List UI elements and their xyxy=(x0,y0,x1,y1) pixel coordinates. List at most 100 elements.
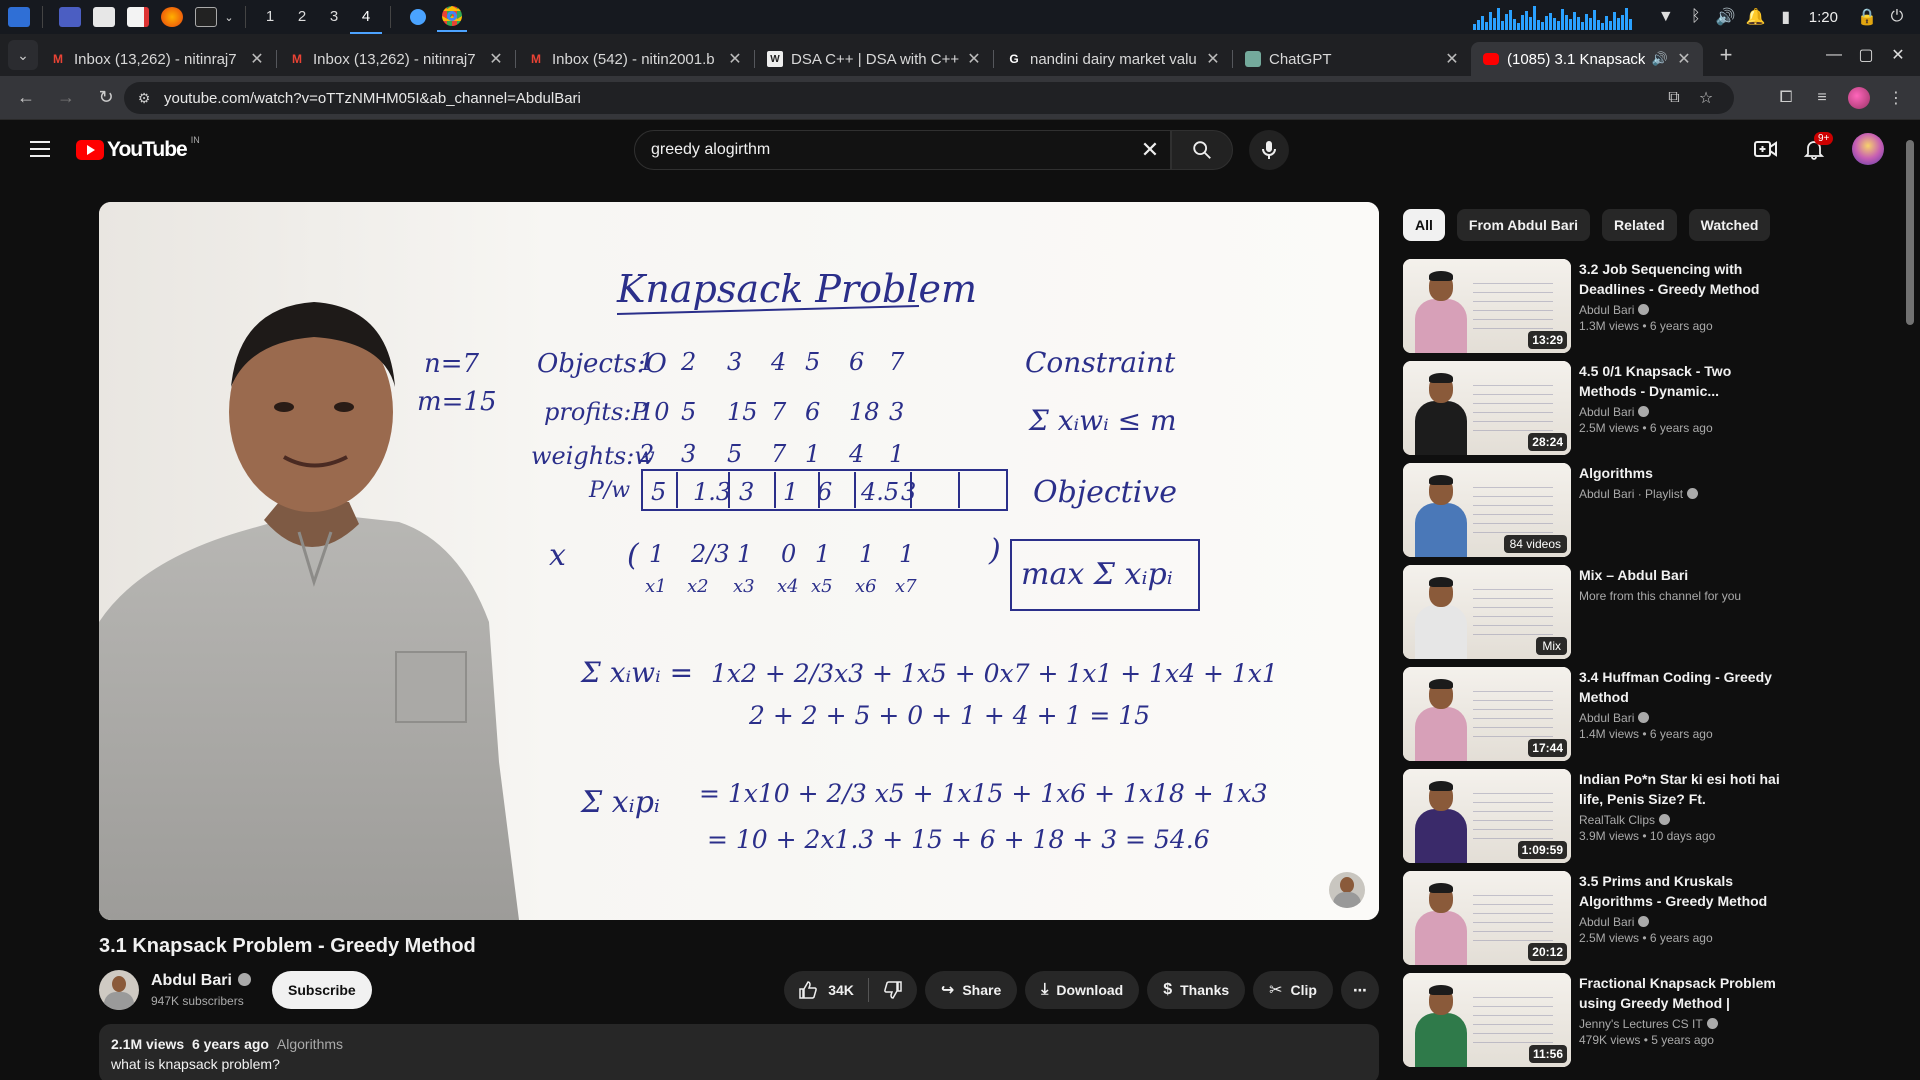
voice-search-button[interactable] xyxy=(1249,130,1289,170)
related-video-channel-row[interactable]: Abdul Bari xyxy=(1579,711,1789,725)
desktop-icon[interactable] xyxy=(55,2,85,32)
related-video-channel[interactable]: Abdul Bari xyxy=(1579,711,1634,725)
close-icon[interactable]: ✕ xyxy=(248,49,266,69)
related-video-channel-row[interactable]: Abdul Bari xyxy=(1579,303,1789,317)
workspace-3[interactable]: 3 xyxy=(318,0,350,34)
volume-icon[interactable]: 🔊 xyxy=(1711,0,1741,34)
video-thumbnail[interactable]: 17:44 xyxy=(1403,667,1571,761)
bluetooth-icon[interactable]: ᛒ xyxy=(1681,0,1711,34)
browser-tab[interactable]: M Inbox (13,262) - nitinraj7 ✕ xyxy=(38,42,276,76)
related-video-title[interactable]: Algorithms xyxy=(1579,463,1789,483)
related-video-title[interactable]: Indian Po*n Star ki esi hoti hai life, P… xyxy=(1579,769,1789,809)
media-controls-icon[interactable]: ≡ xyxy=(1804,89,1840,107)
subscribe-button[interactable]: Subscribe xyxy=(272,971,372,1009)
related-video-title[interactable]: 3.4 Huffman Coding - Greedy Method xyxy=(1579,667,1789,707)
chip-watched[interactable]: Watched xyxy=(1688,209,1771,241)
lock-icon[interactable]: 🔒 xyxy=(1852,0,1882,34)
chip-from-channel[interactable]: From Abdul Bari xyxy=(1456,209,1591,241)
app-icon[interactable] xyxy=(403,2,433,32)
site-info-icon[interactable]: ⚙ xyxy=(130,90,158,107)
related-video-channel-row[interactable]: RealTalk Clips xyxy=(1579,813,1789,827)
related-video-item[interactable]: 1:09:59 Indian Po*n Star ki esi hoti hai… xyxy=(1403,769,1903,865)
related-video-item[interactable]: 11:56 Fractional Knapsack Problem using … xyxy=(1403,973,1903,1069)
url-text[interactable]: youtube.com/watch?v=oTTzNMHM05I&ab_chann… xyxy=(164,90,581,107)
video-player[interactable]: Knapsack Problem n=7 m=15 Objects:O 1234… xyxy=(99,202,1379,920)
related-video-title[interactable]: Fractional Knapsack Problem using Greedy… xyxy=(1579,973,1789,1013)
video-thumbnail[interactable]: 13:29 xyxy=(1403,259,1571,353)
notifications-bell-icon[interactable]: 9+ xyxy=(1790,129,1838,169)
minimize-icon[interactable]: — xyxy=(1818,46,1850,64)
profile-avatar[interactable] xyxy=(1848,87,1870,109)
close-icon[interactable]: ✕ xyxy=(965,49,983,69)
close-icon[interactable]: ✕ xyxy=(1204,49,1222,69)
file-manager-icon[interactable] xyxy=(89,2,119,32)
extensions-icon[interactable]: ⧠ xyxy=(1768,89,1804,107)
video-thumbnail[interactable]: 1:09:59 xyxy=(1403,769,1571,863)
related-video-channel[interactable]: Abdul Bari · Playlist xyxy=(1579,487,1683,501)
related-video-channel[interactable]: Jenny's Lectures CS IT xyxy=(1579,1017,1703,1031)
channel-watermark[interactable] xyxy=(1329,872,1365,908)
share-button[interactable]: ↪ Share xyxy=(924,971,1018,1009)
like-button[interactable]: 34K xyxy=(784,971,868,1009)
back-icon[interactable]: ← xyxy=(8,80,44,116)
create-video-icon[interactable] xyxy=(1742,129,1790,169)
browser-tab[interactable]: M Inbox (13,262) - nitinraj7 ✕ xyxy=(277,42,515,76)
related-video-item[interactable]: 28:24 4.5 0/1 Knapsack - Two Methods - D… xyxy=(1403,361,1903,457)
bell-icon[interactable]: 🔔 xyxy=(1741,0,1771,34)
address-bar[interactable]: ⚙ youtube.com/watch?v=oTTzNMHM05I&ab_cha… xyxy=(124,82,1734,114)
clock[interactable]: 1:20 xyxy=(1809,9,1838,26)
video-thumbnail[interactable]: 20:12 xyxy=(1403,871,1571,965)
close-icon[interactable]: ✕ xyxy=(487,49,505,69)
related-video-title[interactable]: 3.5 Prims and Kruskals Algorithms - Gree… xyxy=(1579,871,1789,911)
related-video-channel-row[interactable]: Abdul Bari · Playlist xyxy=(1579,487,1789,501)
related-video-title[interactable]: 4.5 0/1 Knapsack - Two Methods - Dynamic… xyxy=(1579,361,1789,401)
forward-icon[interactable]: → xyxy=(48,80,84,116)
browser-menu-icon[interactable]: ⋮ xyxy=(1878,88,1914,108)
close-icon[interactable]: ✕ xyxy=(726,49,744,69)
related-video-item[interactable]: 20:12 3.5 Prims and Kruskals Algorithms … xyxy=(1403,871,1903,967)
chrome-icon[interactable] xyxy=(437,2,467,32)
browser-tab[interactable]: M Inbox (542) - nitin2001.b ✕ xyxy=(516,42,754,76)
search-query[interactable]: greedy alogirthm xyxy=(651,141,1130,159)
maximize-icon[interactable]: ▢ xyxy=(1850,45,1882,65)
clear-search-icon[interactable]: ✕ xyxy=(1130,137,1170,163)
install-app-icon[interactable]: ⧉ xyxy=(1658,89,1690,107)
related-video-item[interactable]: 13:29 3.2 Job Sequencing with Deadlines … xyxy=(1403,259,1903,355)
close-icon[interactable]: ✕ xyxy=(1443,49,1461,69)
related-video-channel[interactable]: Abdul Bari xyxy=(1579,405,1634,419)
video-thumbnail[interactable]: 28:24 xyxy=(1403,361,1571,455)
video-thumbnail[interactable]: 84 videos xyxy=(1403,463,1571,557)
related-video-item[interactable]: Mix Mix – Abdul Bari More from this chan… xyxy=(1403,565,1903,661)
related-video-channel-row[interactable]: Abdul Bari xyxy=(1579,915,1789,929)
chip-all[interactable]: All xyxy=(1403,209,1445,241)
related-video-item[interactable]: 17:44 3.4 Huffman Coding - Greedy Method… xyxy=(1403,667,1903,763)
related-video-channel[interactable]: RealTalk Clips xyxy=(1579,813,1655,827)
bookmark-star-icon[interactable]: ☆ xyxy=(1690,88,1722,108)
terminal-icon[interactable] xyxy=(191,2,221,32)
description-tag[interactable]: Algorithms xyxy=(277,1036,343,1052)
description-box[interactable]: 2.1M views 6 years ago Algorithms what i… xyxy=(99,1024,1379,1080)
battery-icon[interactable]: ▮ xyxy=(1771,0,1801,34)
page-scrollbar[interactable] xyxy=(1906,140,1914,325)
dislike-button[interactable] xyxy=(869,971,917,1009)
channel-name[interactable]: Abdul Bari xyxy=(151,972,232,989)
channel-name-row[interactable]: Abdul Bari xyxy=(151,972,251,990)
firefox-icon[interactable] xyxy=(157,2,187,32)
browser-tab[interactable]: G nandini dairy market valu ✕ xyxy=(994,42,1232,76)
related-video-channel[interactable]: More from this channel for you xyxy=(1579,589,1741,603)
related-video-channel-row[interactable]: Abdul Bari xyxy=(1579,405,1789,419)
youtube-logo[interactable]: YouTube IN xyxy=(76,135,200,162)
download-button[interactable]: ⤓ Download xyxy=(1025,971,1140,1009)
related-video-channel[interactable]: Abdul Bari xyxy=(1579,303,1634,317)
browser-tab-active[interactable]: (1085) 3.1 Knapsack P 🔊 ✕ xyxy=(1471,42,1703,76)
speaker-icon[interactable]: 🔊 xyxy=(1651,51,1669,67)
video-thumbnail[interactable]: Mix xyxy=(1403,565,1571,659)
workspace-1[interactable]: 1 xyxy=(254,0,286,34)
related-video-item[interactable]: 84 videos Algorithms Abdul Bari · Playli… xyxy=(1403,463,1903,559)
tab-search-icon[interactable]: ⌄ xyxy=(8,40,38,70)
power-icon[interactable]: ⏻ xyxy=(1882,0,1912,34)
reload-icon[interactable]: ↻ xyxy=(88,80,124,116)
workspace-4[interactable]: 4 xyxy=(350,0,382,34)
browser-tab[interactable]: W DSA C++ | DSA with C++ ✕ xyxy=(755,42,993,76)
wifi-icon[interactable]: ▼ xyxy=(1651,0,1681,34)
